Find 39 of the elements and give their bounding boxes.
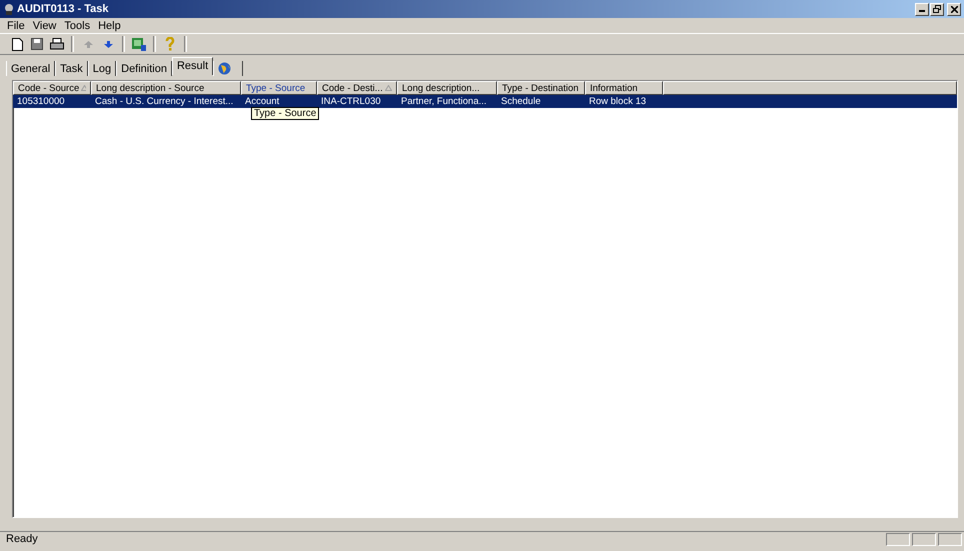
table-cell-text: Row block 13 [588, 95, 648, 108]
column-header[interactable]: Long description - Source [91, 81, 241, 95]
tab[interactable]: Result [172, 57, 214, 75]
app-icon [3, 3, 15, 15]
tooltip: Type - Source [251, 107, 320, 120]
menu-item[interactable]: Tools [60, 20, 94, 32]
menu-item[interactable]: Help [94, 20, 125, 32]
column-header[interactable]: Information [585, 81, 663, 95]
tab[interactable]: Log [88, 61, 116, 76]
column-header[interactable]: Type - Destination [497, 81, 585, 95]
minimize-button[interactable] [915, 2, 929, 16]
save-icon[interactable] [31, 38, 43, 50]
table-cell-text: INA-CTRL030 [320, 95, 382, 108]
close-button[interactable] [947, 2, 961, 16]
table-cell-text: 105310000 [16, 95, 66, 108]
column-header[interactable]: Code - Desti... [317, 81, 397, 95]
new-document-icon[interactable] [12, 38, 22, 50]
globe-icon [218, 62, 232, 75]
table-cell-text: Partner, Functiona... [400, 95, 488, 108]
column-header[interactable]: Long description... [397, 81, 497, 95]
table-cell-text: Cash - U.S. Currency - Interest... [94, 95, 234, 108]
print-icon[interactable] [50, 38, 64, 50]
menu-item[interactable]: File [3, 20, 29, 32]
table-cell-text: Schedule [500, 95, 542, 108]
menu-item[interactable]: View [28, 20, 60, 32]
window-title: AUDIT0113 - Task [17, 3, 110, 15]
column-header[interactable]: Type - Source [241, 81, 317, 95]
column-header[interactable]: Code - Source [13, 81, 91, 95]
restore-icon [933, 5, 941, 13]
restore-button[interactable] [930, 2, 944, 16]
close-icon [950, 6, 958, 12]
table-row[interactable]: 105310000 Cash - U.S. Currency - Interest... Account INA-CTRL030 Partner, Functiona... Schedule Row block 13 [13, 95, 957, 108]
tab[interactable] [213, 61, 244, 76]
status-text: Ready [6, 533, 39, 545]
down-arrow-icon[interactable] [104, 40, 112, 48]
tab[interactable]: Task [55, 61, 88, 76]
tab[interactable]: General [6, 61, 56, 76]
table-cell-text: Account [244, 95, 280, 108]
window-icon[interactable] [132, 38, 146, 50]
